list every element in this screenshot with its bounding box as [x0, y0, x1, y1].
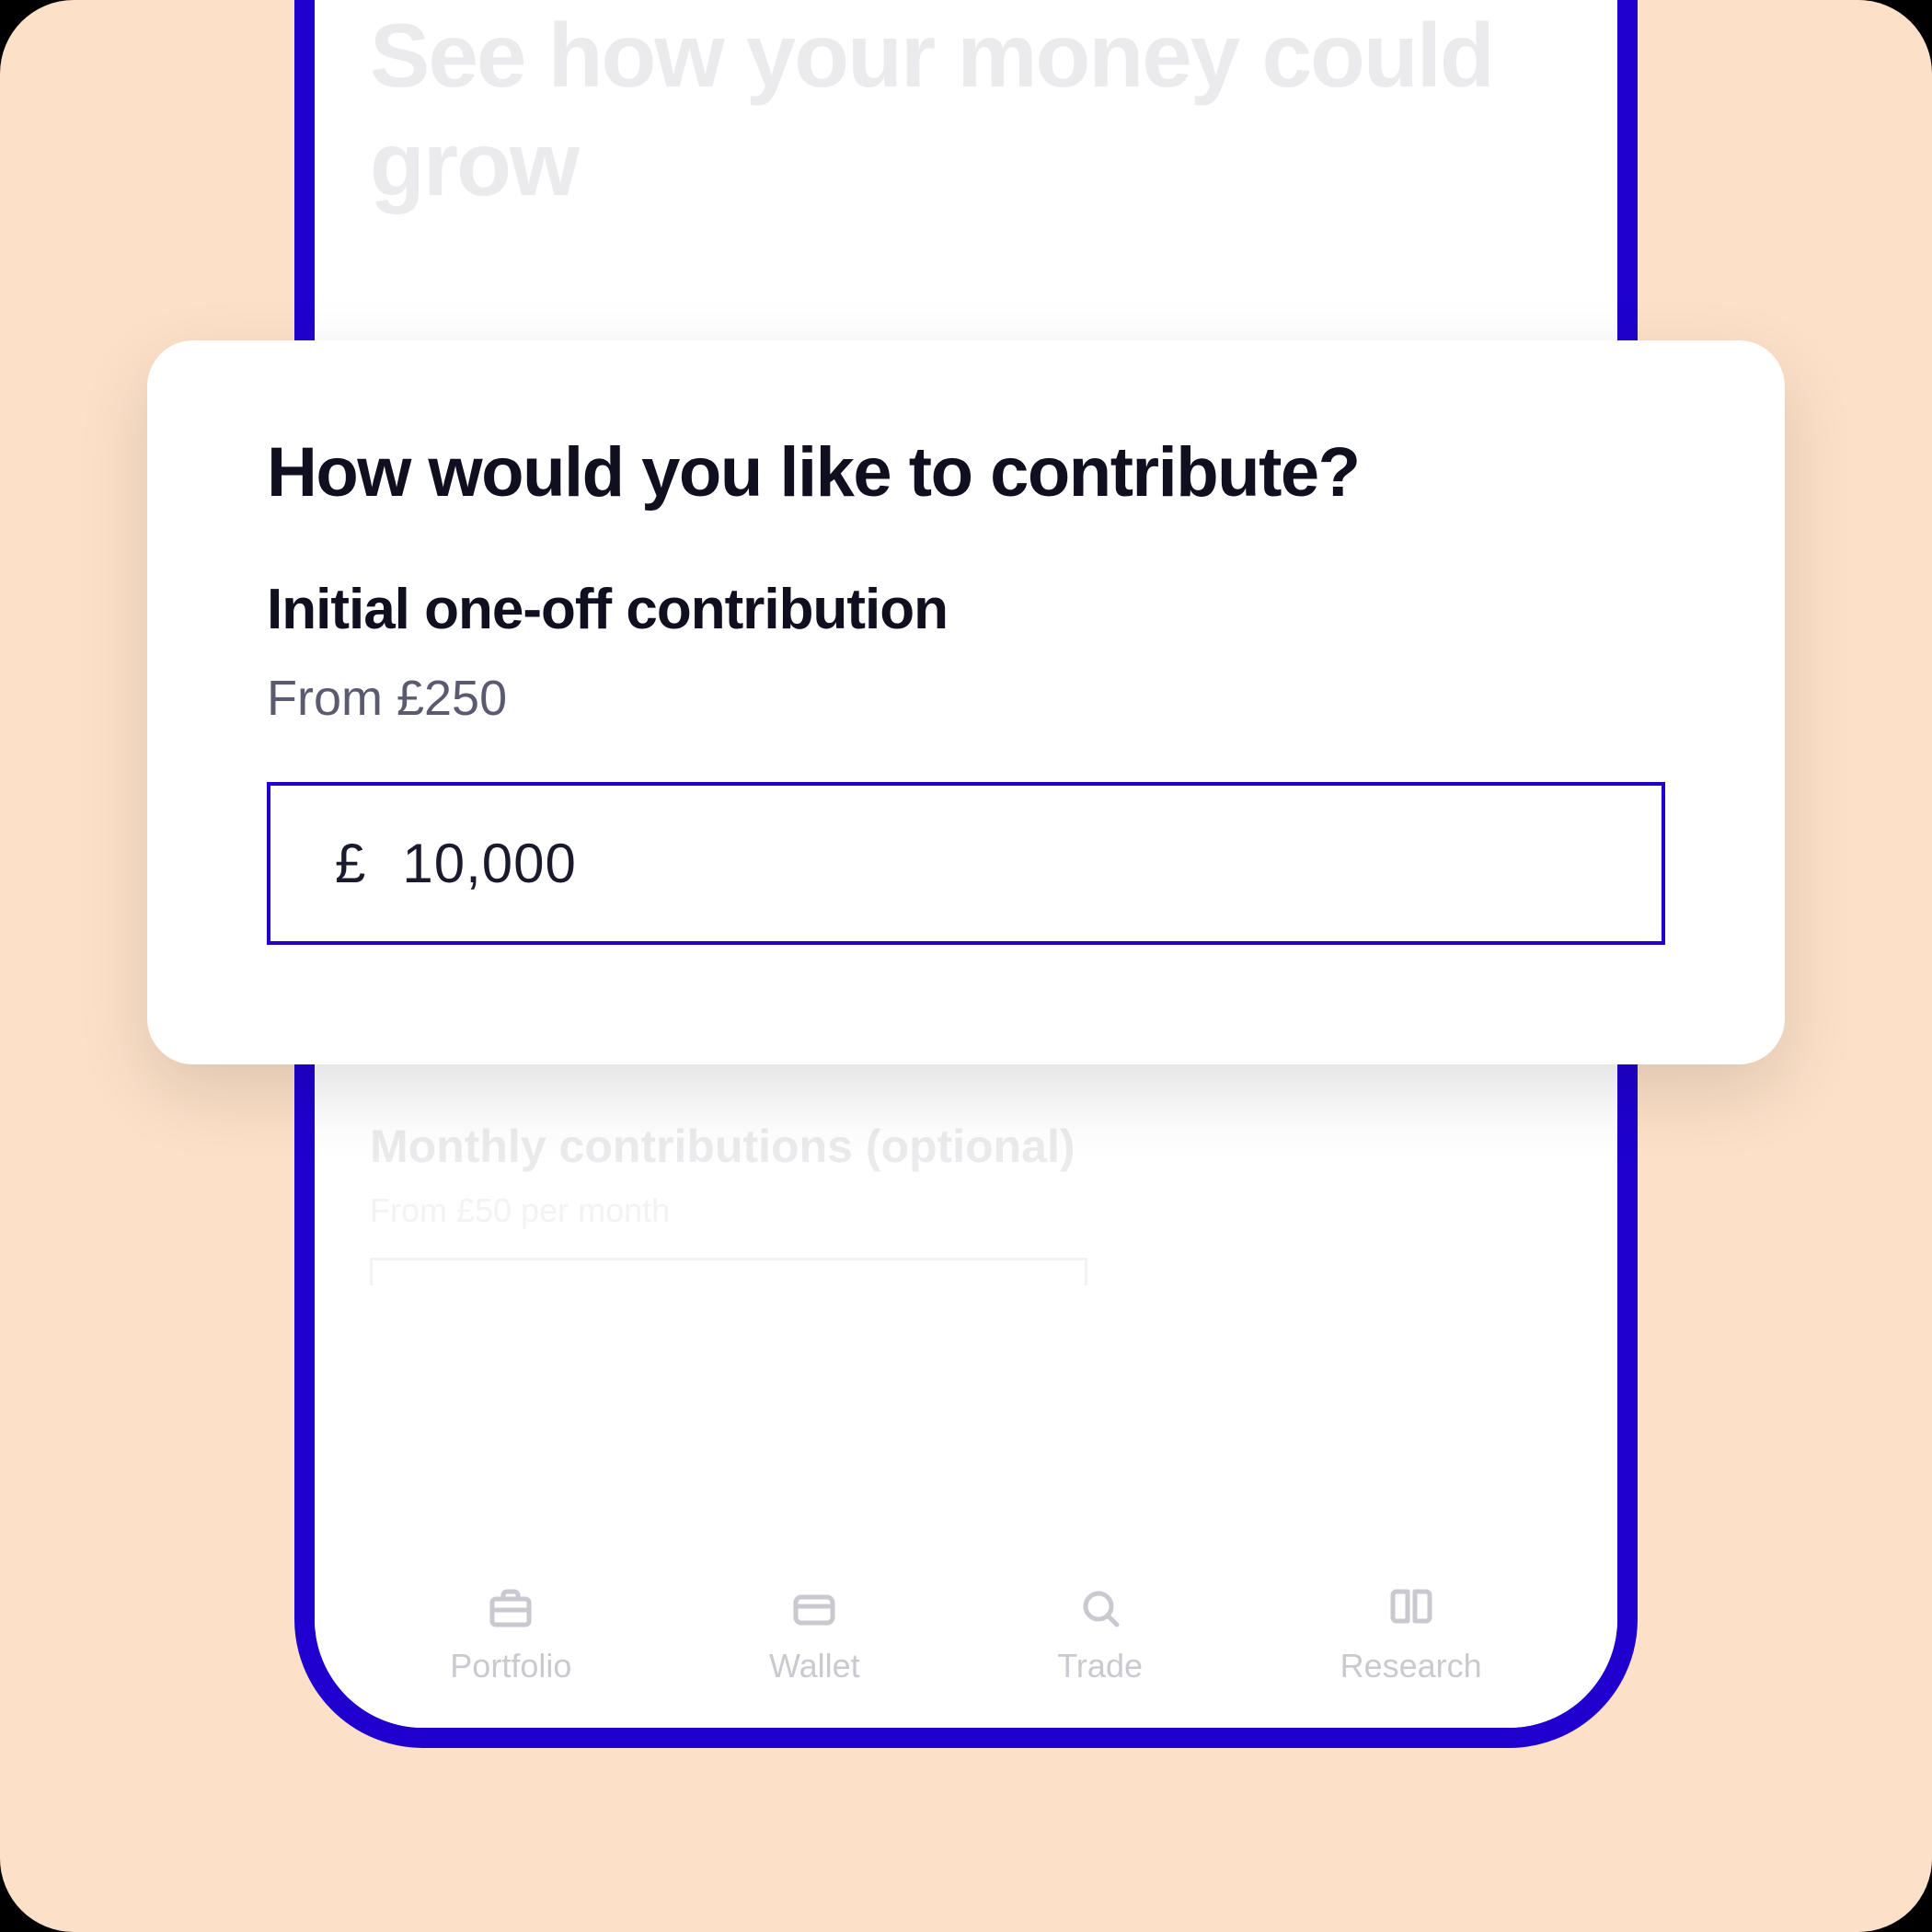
briefcase-icon [485, 1586, 536, 1630]
monthly-heading: Monthly contributions (optional) [370, 1120, 1562, 1173]
modal-title: How would you like to contribute? [267, 432, 1665, 512]
nav-item-wallet[interactable]: Wallet [769, 1586, 860, 1685]
nav-label: Trade [1057, 1647, 1143, 1685]
initial-amount-field[interactable]: £ [267, 782, 1665, 945]
initial-amount-input[interactable] [402, 832, 1597, 895]
monthly-input[interactable] [370, 1258, 1087, 1285]
bottom-nav: Portfolio Wallet Trade [315, 1544, 1617, 1728]
app-container: See how your money could grow Monthly co… [0, 0, 1932, 1932]
page-title: See how your money could grow [370, 2, 1562, 218]
nav-item-trade[interactable]: Trade [1057, 1586, 1143, 1685]
monthly-contributions-section: Monthly contributions (optional) From £5… [370, 1120, 1562, 1285]
initial-contribution-heading: Initial one-off contribution [267, 577, 1665, 642]
book-icon [1386, 1586, 1437, 1630]
nav-label: Wallet [769, 1647, 860, 1685]
nav-item-research[interactable]: Research [1340, 1586, 1482, 1685]
monthly-subtext: From £50 per month [370, 1191, 1562, 1230]
nav-label: Research [1340, 1647, 1482, 1685]
contribution-modal: How would you like to contribute? Initia… [147, 340, 1785, 1064]
search-icon [1075, 1586, 1126, 1630]
nav-item-portfolio[interactable]: Portfolio [450, 1586, 571, 1685]
currency-symbol: £ [335, 832, 365, 895]
nav-label: Portfolio [450, 1647, 571, 1685]
initial-contribution-subtext: From £250 [267, 670, 1665, 727]
wallet-icon [788, 1586, 840, 1630]
